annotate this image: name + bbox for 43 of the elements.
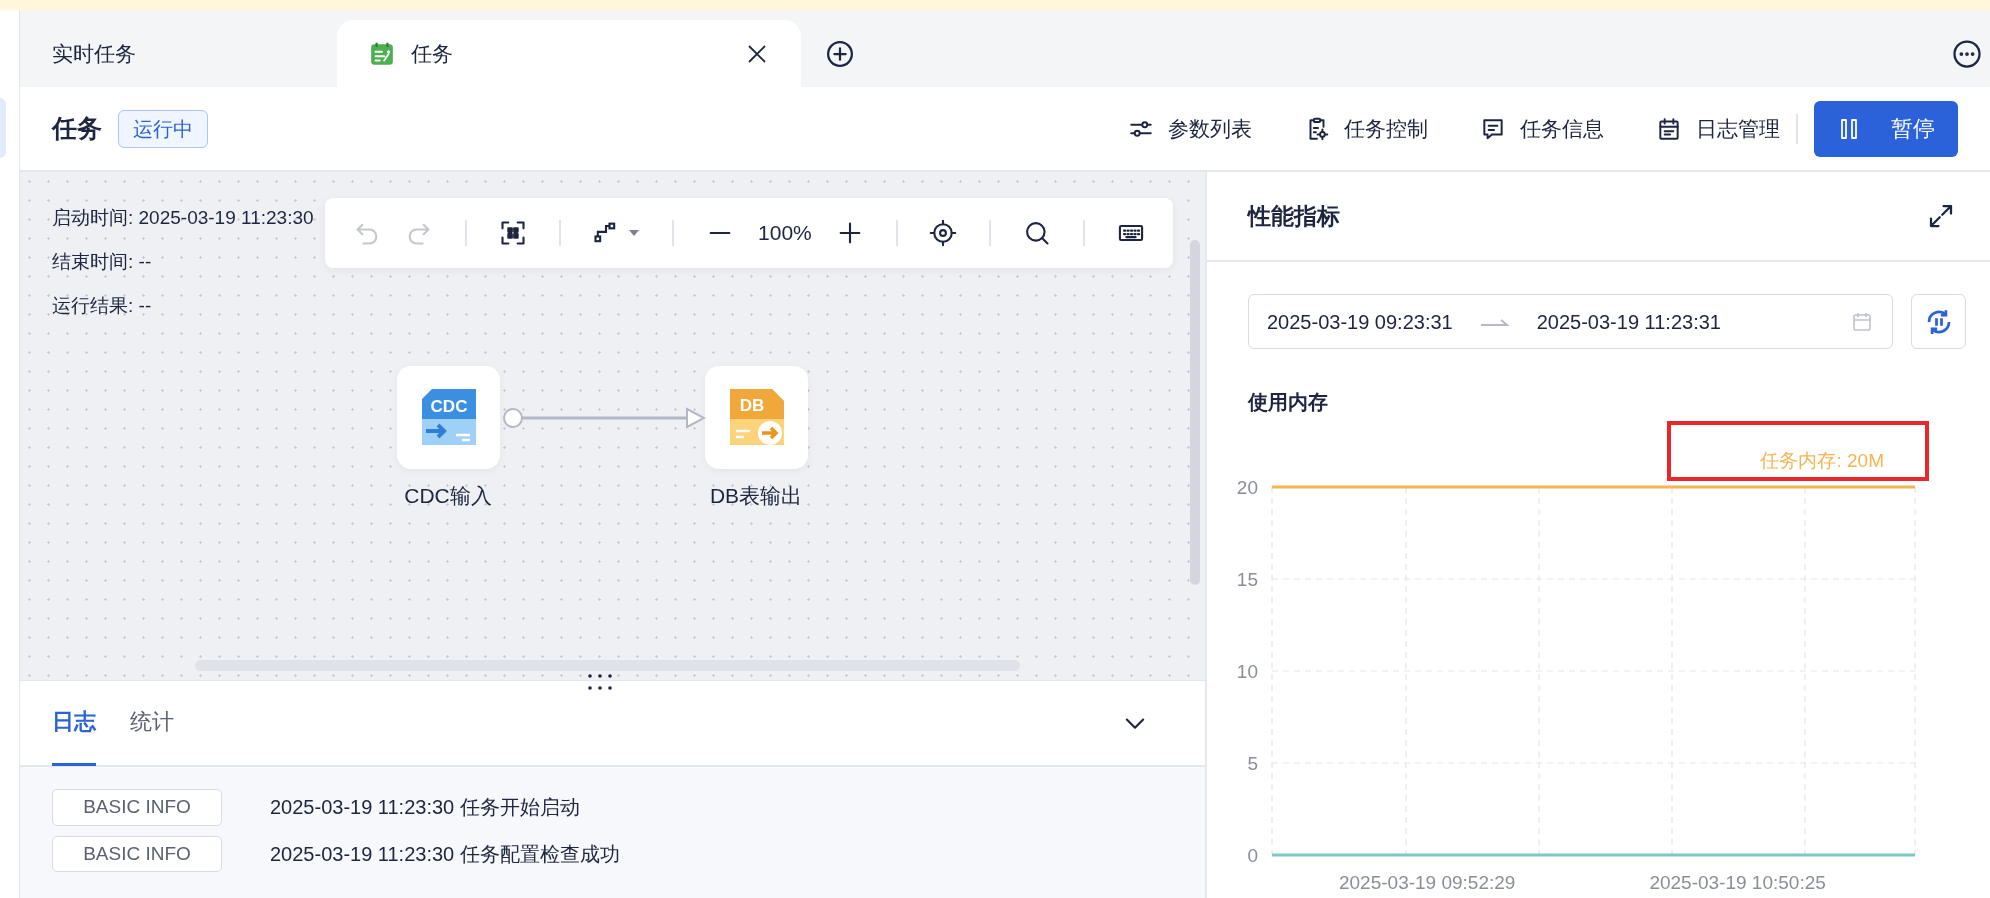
scrollbar[interactable] (1190, 240, 1200, 585)
axis-tick-label: 10 (1236, 661, 1258, 682)
date-range-field[interactable]: 2025-03-19 09:23:31 2025-03-19 11:23:31 (1248, 294, 1893, 349)
chart-title: 使用内存 (1248, 390, 1329, 415)
axis-tick-label: 2025-03-19 09:52:29 (1339, 872, 1516, 893)
axis-tick-label: 20 (1236, 477, 1258, 498)
run-info-line: 运行结果: -- (52, 295, 152, 316)
toolbar-button[interactable]: 任务信息 (1480, 112, 1604, 145)
status-tag: 运行中 (118, 109, 208, 148)
log-message: 2025-03-19 11:23:30 任务配置检查成功 (270, 841, 620, 867)
task-icon (369, 40, 395, 67)
sidebar-handle[interactable] (0, 98, 6, 158)
pause-button[interactable]: 暂停 (1814, 100, 1958, 157)
toolbar-button[interactable]: 参数列表 (1128, 112, 1252, 145)
log-level-tag: BASIC INFO (52, 835, 222, 872)
axis-tick-label: 5 (1247, 753, 1258, 774)
tab[interactable]: 任务 (337, 20, 801, 87)
fit-view-icon[interactable] (498, 219, 527, 247)
log-message: 2025-03-19 11:23:30 任务开始启动 (270, 795, 580, 821)
log-level-tag: BASIC INFO (52, 789, 222, 826)
node-label: DB表输出 (708, 483, 804, 509)
resize-handle-icon[interactable] (587, 672, 613, 692)
target-icon[interactable] (929, 219, 958, 247)
add-icon[interactable] (825, 38, 855, 69)
caret-icon (628, 228, 641, 238)
calendar-icon (1656, 115, 1682, 142)
toolbar-button[interactable]: 任务控制 (1304, 112, 1428, 145)
more-icon[interactable] (1952, 38, 1982, 69)
page-title: 任务 (52, 112, 102, 144)
node-label: CDC输入 (403, 483, 493, 509)
panel-title: 性能指标 (1248, 201, 1340, 231)
axis-tick-label: 15 (1236, 569, 1258, 590)
axis-tick-label: 0 (1247, 845, 1258, 866)
toolbar-button[interactable]: 日志管理 (1656, 112, 1780, 145)
run-info-line: 启动时间: 2025-03-19 11:23:30 (52, 207, 314, 228)
tab[interactable]: 统计 (130, 680, 174, 766)
search-icon[interactable] (1023, 219, 1052, 247)
run-info-line: 结束时间: -- (52, 251, 152, 272)
auto-refresh-button[interactable] (1911, 294, 1966, 349)
limit-label: 任务内存: 20M (1760, 450, 1884, 471)
zoom-level: 100% (758, 220, 812, 247)
axis-tick-label: 2025-03-19 10:50:25 (1649, 872, 1826, 893)
tab[interactable]: 实时任务 (20, 20, 337, 87)
